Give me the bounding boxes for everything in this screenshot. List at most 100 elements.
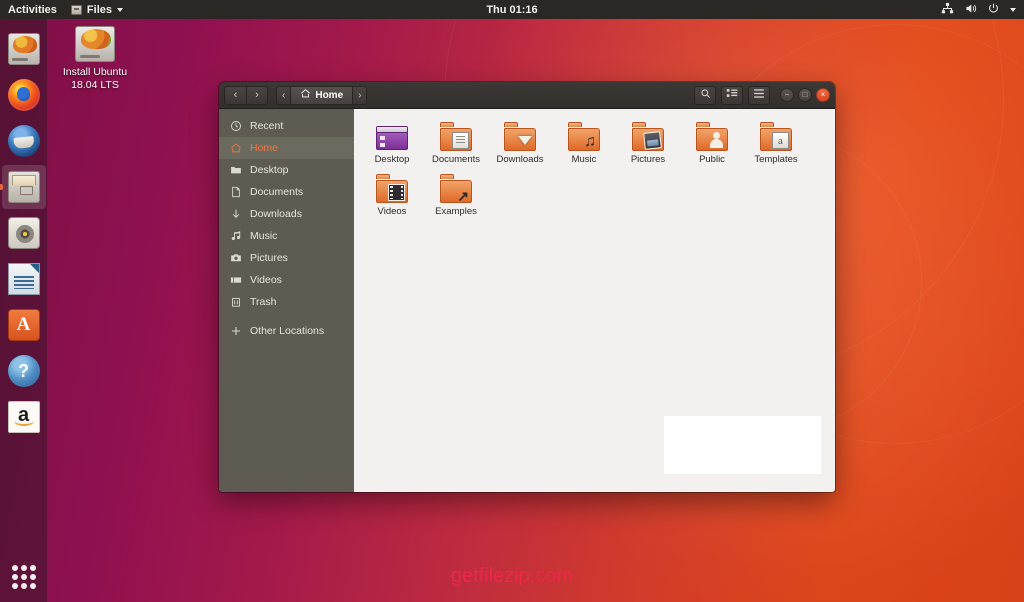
grid-dot-icon [11,583,18,589]
files-icon [70,4,82,15]
install-ubuntu-icon [75,26,115,62]
breadcrumb-prev-button[interactable]: ‹ [276,85,291,105]
hamburger-menu-icon [753,88,765,102]
breadcrumb-label: Home [315,89,344,101]
file-grid: Desktop Documents Downloads ♫ Music Pict… [360,119,829,223]
file-item-templates[interactable]: Templates [744,121,808,165]
breadcrumb-next-button[interactable]: › [352,85,368,105]
sidebar-item-label: Pictures [250,252,288,264]
sidebar-item-recent[interactable]: Recent [219,115,354,137]
camera-icon [229,252,242,265]
app-menu-label: Files [86,3,112,16]
sidebar-item-downloads[interactable]: Downloads [219,203,354,225]
dock-item-thunderbird[interactable] [2,119,46,163]
dock-item-firefox[interactable] [2,73,46,117]
firefox-icon [7,79,40,111]
sidebar-item-label: Music [250,230,278,242]
maximize-button[interactable]: □ [798,88,812,102]
activities-button[interactable]: Activities [8,4,57,16]
sidebar-item-desktop[interactable]: Desktop [219,159,354,181]
plus-icon [229,325,242,338]
amazon-icon [7,401,40,433]
clock-icon [229,120,242,133]
file-item-label: Public [699,154,725,165]
desktop-icon-label: Install Ubuntu 18.04 LTS [62,66,128,91]
file-item-label: Music [571,154,597,165]
chevron-down-icon [117,7,123,12]
breadcrumb-item-home[interactable]: Home [290,85,353,105]
places-sidebar: Recent Home Desktop Documents Downloads … [219,109,354,492]
file-view[interactable]: Desktop Documents Downloads ♫ Music Pict… [354,109,835,492]
file-item-public[interactable]: Public [680,121,744,165]
sidebar-item-home[interactable]: Home [219,137,354,159]
sidebar-item-label: Other Locations [250,325,325,337]
sidebar-item-other-locations[interactable]: Other Locations [219,320,354,342]
window-body: Recent Home Desktop Documents Downloads … [219,109,835,492]
file-item-pictures[interactable]: Pictures [616,121,680,165]
help-icon [7,355,40,387]
sidebar-item-music[interactable]: Music [219,225,354,247]
file-item-music[interactable]: Music [552,121,616,165]
file-item-documents[interactable]: Documents [424,121,488,165]
grid-dot-icon [11,565,18,571]
search-icon [700,88,711,102]
documents-folder-icon [439,121,473,151]
window-headerbar: ‹ › ‹ Home › − □ × [219,82,835,109]
sidebar-item-trash[interactable]: Trash [219,291,354,313]
dock-item-rhythmbox[interactable] [2,211,46,255]
network-icon[interactable] [941,2,954,18]
files-window: ‹ › ‹ Home › − □ × Recent Home Desktop D… [219,82,835,492]
volume-icon[interactable] [964,2,977,18]
file-item-videos[interactable]: Videos [360,173,424,217]
app-menu-button[interactable]: Files [70,3,123,16]
power-icon[interactable] [987,2,1000,18]
file-item-label: Downloads [496,154,544,165]
file-item-examples[interactable]: Examples [424,173,488,217]
dock-item-libreoffice-writer[interactable] [2,257,46,301]
grid-view-icon [726,88,738,102]
dock-item-files[interactable] [1,165,46,209]
sidebar-item-pictures[interactable]: Pictures [219,247,354,269]
templates-folder-icon [759,121,793,151]
grid-dot-icon [20,565,27,571]
file-item-label: Documents [431,154,481,165]
rhythmbox-icon [7,217,40,249]
show-applications-button[interactable] [9,562,39,592]
search-button[interactable] [694,85,716,105]
file-item-downloads[interactable]: Downloads [488,121,552,165]
minimize-button[interactable]: − [780,88,794,102]
file-item-label: Pictures [630,154,666,165]
film-icon [229,274,242,287]
dock-item-ubuntu-software[interactable] [2,303,46,347]
system-menu-caret-icon[interactable] [1010,7,1016,12]
sidebar-item-videos[interactable]: Videos [219,269,354,291]
ubuntu-software-icon [7,309,40,341]
grid-dot-icon [20,583,27,589]
videos-folder-icon [375,173,409,203]
file-item-label: Videos [377,206,407,217]
close-button[interactable]: × [816,88,830,102]
dock-item-help[interactable] [2,349,46,393]
examples-folder-icon [439,173,473,203]
libreoffice-writer-icon [7,263,40,295]
desktop-icon-install-ubuntu[interactable]: Install Ubuntu 18.04 LTS [62,26,128,92]
file-item-label: Examples [435,206,477,217]
file-item-desktop[interactable]: Desktop [360,121,424,165]
sidebar-item-label: Home [250,142,279,154]
dock [0,19,47,602]
dock-item-ubuntu-installer[interactable] [2,27,46,71]
pictures-folder-icon [631,121,665,151]
breadcrumb: ‹ Home › [276,85,368,105]
sidebar-item-label: Documents [250,186,304,198]
clock[interactable]: Thu 01:16 [0,4,1024,16]
forward-button[interactable]: › [246,85,268,105]
view-toggle-button[interactable] [721,85,743,105]
menu-button[interactable] [748,85,770,105]
downloads-folder-icon [503,121,537,151]
sidebar-item-label: Videos [250,274,282,286]
grid-dot-icon [20,574,27,580]
sidebar-item-documents[interactable]: Documents [219,181,354,203]
dock-item-amazon[interactable] [2,395,46,439]
back-button[interactable]: ‹ [224,85,246,105]
grid-dot-icon [29,565,36,571]
